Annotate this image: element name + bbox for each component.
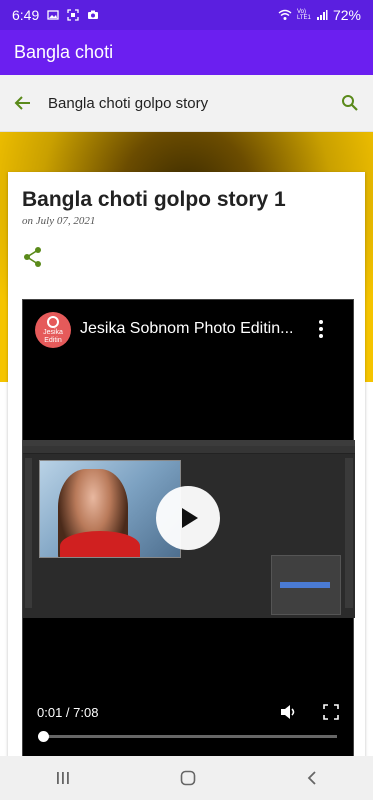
post-title: Bangla choti golpo story 1 <box>22 188 286 211</box>
video-title[interactable]: Jesika Sobnom Photo Editin... <box>80 320 300 338</box>
video-player[interactable]: Jesika Editin Jesika Sobnom Photo Editin… <box>22 299 355 757</box>
back-icon[interactable] <box>306 770 318 786</box>
app-bar: Bangla choti <box>0 30 373 75</box>
back-arrow-icon[interactable] <box>14 94 32 112</box>
recent-apps-icon[interactable] <box>55 771 71 785</box>
camera-lens-icon <box>47 315 59 328</box>
system-nav-bar <box>0 756 373 800</box>
progress-knob[interactable] <box>38 731 49 742</box>
fullscreen-icon[interactable] <box>323 704 339 720</box>
video-time: 0:01 / 7:08 <box>37 705 99 720</box>
app-title: Bangla choti <box>14 42 114 62</box>
home-icon[interactable] <box>180 770 196 786</box>
more-options-icon[interactable] <box>313 318 329 340</box>
search-icon[interactable] <box>341 94 359 112</box>
channel-logo-text: Jesika Editin <box>43 328 63 344</box>
channel-avatar[interactable]: Jesika Editin <box>35 312 71 348</box>
sub-header-title: Bangla choti golpo story <box>48 94 209 112</box>
camera-icon <box>88 10 99 19</box>
status-time: 6:49 <box>12 7 40 23</box>
screenshot-icon <box>67 9 79 21</box>
video-progress-bar[interactable] <box>38 731 337 742</box>
signal-icon <box>316 10 328 20</box>
status-bar: 6:49 Vo) LTE1 72% <box>0 0 373 30</box>
post-date: on July 07, 2021 <box>22 215 96 227</box>
battery-level: 72% <box>332 7 361 23</box>
volume-icon[interactable] <box>279 703 297 721</box>
wifi-icon <box>278 9 292 20</box>
play-button[interactable] <box>156 486 220 550</box>
gallery-icon <box>47 10 59 20</box>
network-label: Vo) LTE1 <box>296 9 311 21</box>
play-icon <box>182 508 198 528</box>
share-icon[interactable] <box>22 246 44 268</box>
post-card: Bangla choti golpo story 1 on July 07, 2… <box>8 172 365 772</box>
sub-header: Bangla choti golpo story <box>0 75 373 132</box>
